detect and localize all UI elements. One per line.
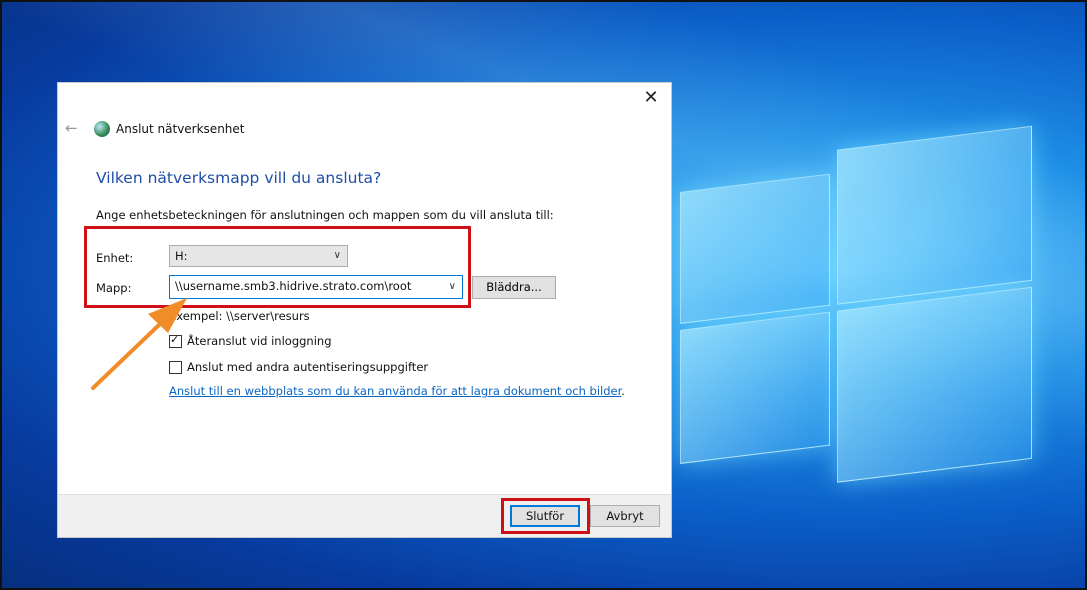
other-credentials-checkbox[interactable]: Anslut med andra autentiseringsuppgifter bbox=[169, 360, 428, 374]
website-link[interactable]: Anslut till en webbplats som du kan anvä… bbox=[169, 384, 621, 398]
back-arrow-icon[interactable]: ← bbox=[65, 119, 78, 137]
window-title: Anslut nätverksenhet bbox=[116, 122, 245, 136]
reconnect-checkbox[interactable]: Återanslut vid inloggning bbox=[169, 333, 332, 348]
dialog-heading: Vilken nätverksmapp vill du ansluta? bbox=[96, 169, 382, 187]
windows-logo-pane bbox=[680, 173, 830, 324]
windows-logo bbox=[680, 104, 1032, 502]
checkbox-box[interactable] bbox=[169, 360, 182, 374]
windows-logo-pane bbox=[680, 311, 830, 464]
example-text: Exempel: \\server\resurs bbox=[169, 309, 310, 323]
chevron-down-icon: ∨ bbox=[333, 250, 341, 261]
windows-logo-pane bbox=[837, 286, 1032, 483]
other-credentials-label: Anslut med andra autentiseringsuppgifter bbox=[187, 360, 429, 374]
network-drive-icon bbox=[94, 121, 110, 137]
website-link-row: Anslut till en webbplats som du kan anvä… bbox=[169, 384, 625, 398]
map-network-drive-dialog: ✕ ← Anslut nätverksenhet Vilken nätverks… bbox=[58, 83, 671, 537]
close-icon[interactable]: ✕ bbox=[639, 87, 663, 111]
desktop: ✕ ← Anslut nätverksenhet Vilken nätverks… bbox=[0, 0, 1087, 590]
folder-value: \\username.smb3.hidrive.strato.com\root bbox=[175, 279, 412, 293]
finish-button[interactable]: Slutför bbox=[510, 505, 580, 527]
folder-label: Mapp: bbox=[96, 281, 132, 295]
folder-combobox[interactable]: \\username.smb3.hidrive.strato.com\root … bbox=[169, 275, 463, 299]
drive-select[interactable]: H: ∨ bbox=[169, 245, 348, 267]
drive-label: Enhet: bbox=[96, 251, 134, 265]
cancel-button[interactable]: Avbryt bbox=[590, 505, 660, 527]
drive-value: H: bbox=[175, 249, 188, 263]
website-link-suffix: . bbox=[621, 384, 625, 398]
instruction-text: Ange enhetsbeteckningen för anslutningen… bbox=[96, 208, 554, 222]
checkmark-icon[interactable] bbox=[169, 333, 182, 348]
reconnect-label: Återanslut vid inloggning bbox=[187, 334, 332, 348]
dialog-footer: Slutför Avbryt bbox=[58, 494, 671, 537]
windows-logo-pane bbox=[837, 125, 1032, 305]
chevron-down-icon[interactable]: ∨ bbox=[449, 281, 456, 292]
browse-button[interactable]: Bläddra... bbox=[472, 276, 556, 299]
